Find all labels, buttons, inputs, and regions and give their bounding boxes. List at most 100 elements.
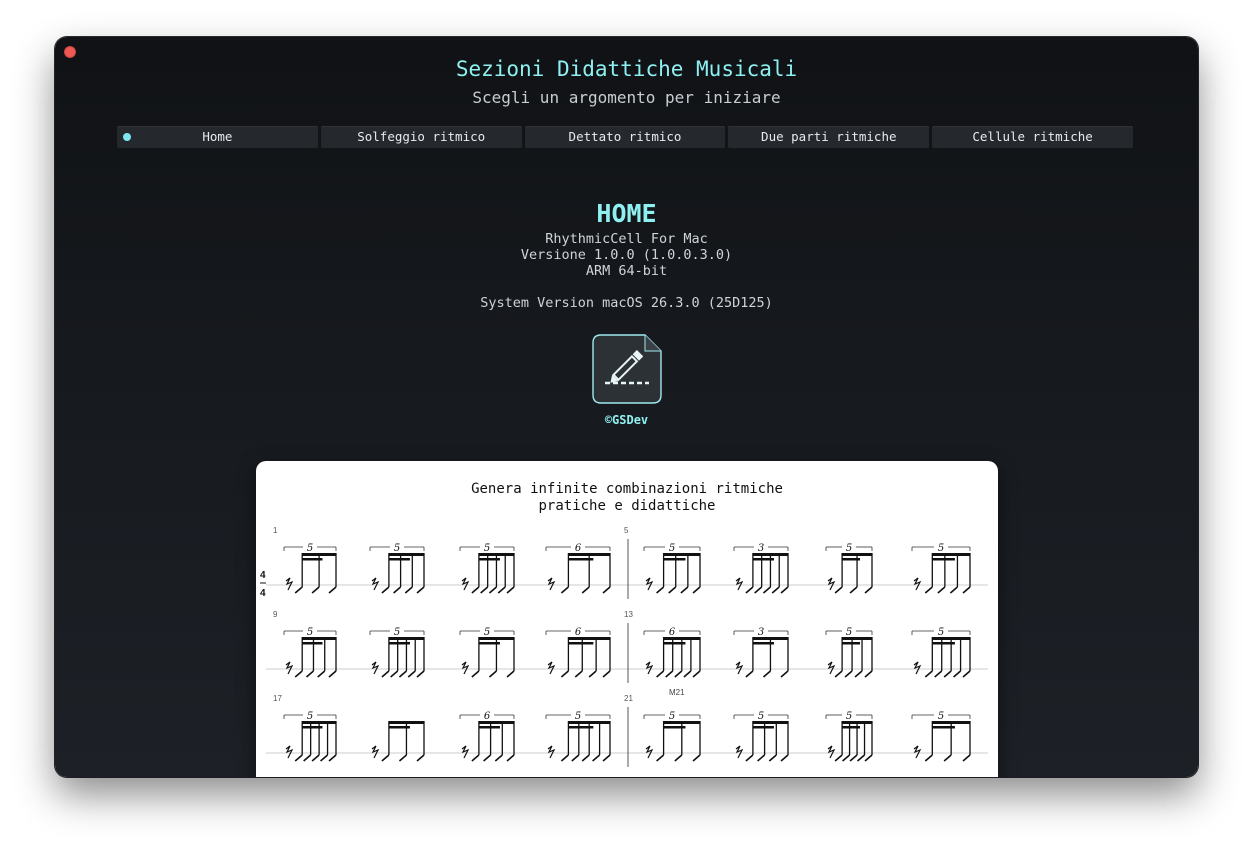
pencil-edit-icon: [592, 334, 662, 404]
tuplet-number: 6: [575, 627, 582, 638]
note-head: [592, 754, 601, 762]
tuplet-number: 5: [938, 627, 944, 638]
note-head: [656, 754, 665, 762]
note-head: [953, 670, 962, 678]
measure-number: 21: [624, 694, 633, 703]
tab-bar: Home Solfeggio ritmico Dettato ritmico D…: [117, 126, 1133, 148]
tuplet-number: 3: [758, 543, 764, 554]
note-head: [303, 754, 312, 762]
note-head: [683, 670, 692, 678]
note-head: [745, 586, 754, 594]
note-head: [602, 586, 611, 594]
tab-home[interactable]: Home: [117, 126, 318, 148]
note-head: [294, 670, 303, 678]
note-beam: [842, 642, 861, 645]
note-head: [834, 670, 843, 678]
note-head: [864, 670, 873, 678]
tab-dettato-ritmico[interactable]: Dettato ritmico: [524, 126, 726, 148]
note-head: [762, 670, 771, 678]
rest-symbol: [285, 661, 294, 675]
tuplet-number: 5: [669, 711, 675, 722]
copyright-text: ©GSDev: [604, 413, 649, 427]
note-head: [483, 754, 492, 762]
note-head: [416, 670, 425, 678]
note-head: [834, 754, 843, 762]
tab-label: Dettato ritmico: [568, 129, 682, 144]
note-beam: [388, 553, 424, 556]
note-head: [588, 670, 597, 678]
note-head: [328, 586, 337, 594]
note-head: [311, 586, 320, 594]
note-head: [692, 754, 701, 762]
note-head: [506, 754, 515, 762]
note-head: [656, 586, 665, 594]
note-head: [560, 586, 569, 594]
note-head: [924, 754, 933, 762]
note-head: [864, 754, 873, 762]
note-head: [656, 670, 665, 678]
note-head: [571, 754, 580, 762]
app-window: Sezioni Didattiche Musicali Scegli un ar…: [55, 37, 1198, 777]
note-head: [934, 670, 943, 678]
tuplet-number: 5: [307, 627, 313, 638]
tab-solfeggio-ritmico[interactable]: Solfeggio ritmico: [320, 126, 522, 148]
measure-number: 1: [273, 526, 278, 535]
tuplet-number: 5: [394, 627, 400, 638]
tuplet-number: 5: [846, 627, 852, 638]
rest-symbol: [461, 745, 470, 759]
note-head: [398, 754, 407, 762]
note-head: [488, 586, 497, 594]
note-head: [488, 670, 497, 678]
tuplet-number: 5: [669, 543, 675, 554]
note-beam: [568, 642, 594, 645]
tuplet-number: 5: [846, 711, 852, 722]
note-head: [390, 670, 399, 678]
tuplet-number: 5: [307, 711, 313, 722]
note-head: [404, 586, 413, 594]
note-head: [680, 586, 689, 594]
measure-number: 17: [273, 694, 282, 703]
tuplet-number: 5: [575, 711, 581, 722]
time-signature-top: 4: [260, 570, 266, 581]
note-head: [393, 586, 402, 594]
tuplet-number: 6: [484, 711, 491, 722]
note-head: [949, 586, 958, 594]
note-beam: [663, 558, 686, 561]
note-head: [943, 754, 952, 762]
score-preview-card: Genera infinite combinazioni ritmiche pr…: [256, 461, 998, 777]
tuplet-number: 6: [575, 543, 582, 554]
note-head: [757, 754, 766, 762]
rest-symbol: [645, 745, 654, 759]
rest-symbol: [735, 661, 744, 675]
note-head: [771, 586, 780, 594]
tab-cellule-ritmiche[interactable]: Cellule ritmiche: [932, 126, 1133, 148]
note-head: [780, 586, 789, 594]
note-head: [581, 754, 590, 762]
note-head: [407, 670, 416, 678]
app-subtitle: Scegli un argomento per iniziare: [472, 88, 781, 107]
tuplet-number: 5: [307, 543, 313, 554]
version-text: Versione 1.0.0 (1.0.0.3.0): [520, 247, 733, 263]
note-beam: [752, 721, 788, 724]
note-head: [320, 754, 329, 762]
note-head: [471, 670, 480, 678]
time-signature-bottom: 4: [260, 588, 266, 599]
note-head: [560, 670, 569, 678]
note-head: [754, 586, 763, 594]
measure-number: 5: [624, 526, 629, 535]
note-head: [844, 670, 853, 678]
architecture-text: ARM 64-bit: [585, 263, 668, 279]
tab-due-parti-ritmiche[interactable]: Due parti ritmiche: [728, 126, 930, 148]
note-beam: [478, 726, 500, 729]
note-head: [381, 754, 390, 762]
note-head: [381, 586, 390, 594]
note-head: [962, 670, 971, 678]
note-head: [842, 754, 851, 762]
note-head: [962, 754, 971, 762]
measure-number: 9: [273, 610, 278, 619]
rest-symbol: [547, 745, 556, 759]
note-head: [471, 754, 480, 762]
note-head: [668, 586, 677, 594]
note-head: [962, 586, 971, 594]
note-head: [745, 670, 754, 678]
